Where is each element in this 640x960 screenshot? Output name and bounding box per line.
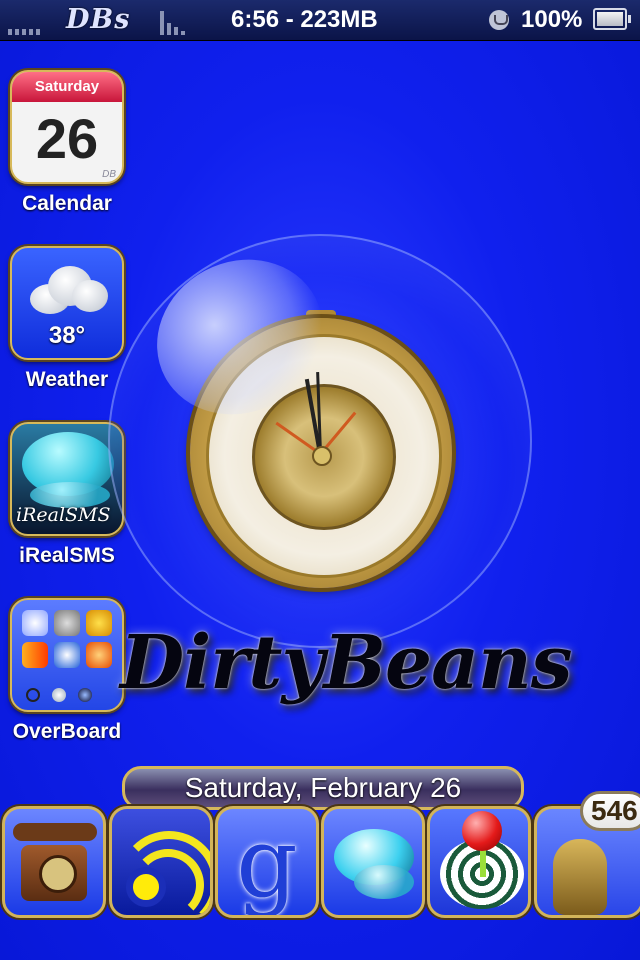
joystick-icon[interactable] xyxy=(427,806,531,918)
wallpaper-logo-text: DirtyBeans xyxy=(120,620,573,706)
phone-receiver xyxy=(13,823,97,841)
status-bar: DBs 6:56 - 223MB 100% xyxy=(0,0,640,41)
app-weather[interactable]: 38° Weather xyxy=(10,246,124,392)
carrier-name: DBs xyxy=(66,4,131,35)
phone-icon[interactable] xyxy=(2,806,106,918)
signal-strength-icon xyxy=(8,5,40,35)
chat-icon[interactable] xyxy=(321,806,425,918)
time-memory: 6:56 - 223MB xyxy=(231,6,378,33)
date-bar: Saturday, February 26 xyxy=(122,766,524,810)
overboard-icon[interactable] xyxy=(10,598,124,712)
overboard-dots xyxy=(26,688,92,702)
phone-dial xyxy=(39,855,77,893)
notification-badge: 546 xyxy=(580,791,640,831)
calendar-weekday: Saturday xyxy=(12,72,122,102)
battery-icon xyxy=(593,8,631,30)
google-g-glyph: g xyxy=(236,807,298,918)
irealsms-icon[interactable]: iRealSMS xyxy=(10,422,124,536)
app-label-overboard: OverBoard xyxy=(12,720,122,743)
weather-icon[interactable]: 38° xyxy=(10,246,124,360)
cloud-icon xyxy=(30,266,108,314)
rss-icon[interactable] xyxy=(109,806,213,918)
app-irealsms[interactable]: iRealSMS iRealSMS xyxy=(10,422,124,568)
calendar-day: 26 xyxy=(35,107,99,170)
battery-percent: 100% xyxy=(521,6,583,33)
orientation-lock-icon xyxy=(489,10,509,30)
calendar-icon[interactable]: Saturday 26 DB xyxy=(10,70,124,184)
app-overboard[interactable]: OverBoard xyxy=(10,598,124,744)
rss-dot xyxy=(126,867,166,907)
app-calendar[interactable]: Saturday 26 DB Calendar xyxy=(10,70,124,216)
app-label-weather: Weather xyxy=(25,368,109,391)
hookah-figure xyxy=(553,839,607,915)
irealsms-icon-text: iRealSMS xyxy=(16,504,111,526)
app-label-irealsms: iRealSMS xyxy=(19,544,115,567)
calendar-corner-mark: DB xyxy=(102,169,116,180)
joystick-ball xyxy=(462,811,502,851)
weather-temperature: 38° xyxy=(48,322,86,349)
chat-bubble-2 xyxy=(354,865,414,899)
dock: g xyxy=(0,806,640,920)
clock-center-pin xyxy=(312,446,332,466)
wifi-icon xyxy=(160,5,185,35)
google-icon[interactable]: g xyxy=(215,806,319,918)
app-label-calendar: Calendar xyxy=(22,192,112,215)
overboard-grid xyxy=(22,610,112,668)
